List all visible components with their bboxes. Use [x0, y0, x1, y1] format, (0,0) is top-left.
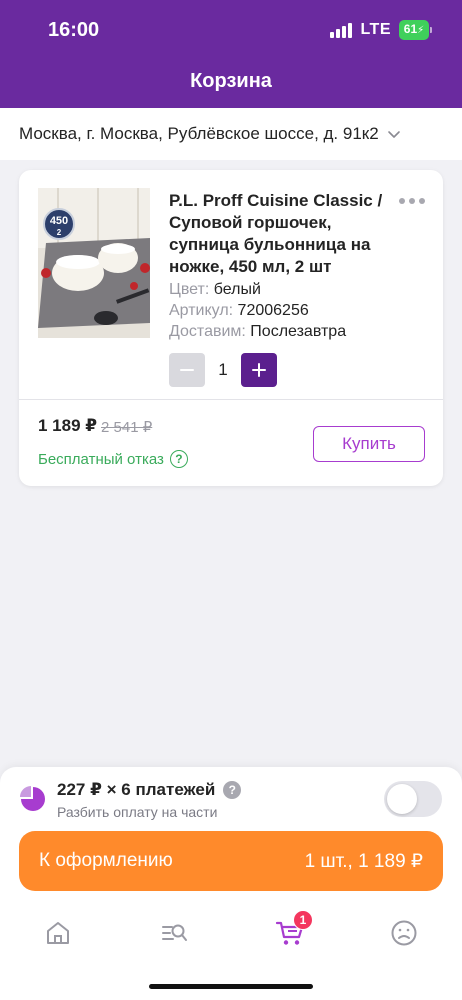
installment-offer: 227 ₽ × 6 платежей ?: [57, 780, 242, 800]
volume-badge-value: 450: [49, 215, 69, 227]
home-icon: [47, 922, 69, 944]
status-indicators: LTE 61⚡: [330, 20, 432, 40]
color-value: белый: [213, 281, 261, 298]
page-title: Корзина: [190, 70, 272, 92]
installment-description: Разбить оплату на части: [57, 804, 218, 820]
delivery-label: Доставим:: [169, 323, 246, 340]
chevron-down-icon: [387, 131, 400, 138]
volume-badge: 450 2: [43, 208, 75, 240]
current-price: 1 189 ₽: [38, 416, 98, 435]
old-price: 2 541 ₽: [101, 419, 153, 436]
signal-icon: [330, 22, 353, 38]
quantity-value: 1: [218, 360, 228, 379]
delivery-address: Москва, г. Москва, Рублёвское шоссе, д. …: [19, 124, 379, 143]
checkout-panel: 227 ₽ × 6 платежей ? Разбить оплату на ч…: [0, 767, 462, 902]
delivery-value: Послезавтра: [250, 323, 347, 340]
minus-icon: [180, 369, 194, 371]
product-title[interactable]: P.L. Proff Cuisine Classic / Суповой гор…: [169, 190, 394, 278]
status-time: 16:00: [48, 19, 100, 41]
network-type: LTE: [360, 21, 391, 38]
installment-toggle[interactable]: [384, 781, 442, 817]
more-options-icon[interactable]: [399, 198, 425, 204]
checkout-button[interactable]: К оформлению 1 шт., 1 189 ₽: [19, 831, 443, 891]
cart-item-card: 450 2 P.L. Proff Cuisine Classic / Супов…: [19, 170, 443, 486]
tab-catalog[interactable]: [157, 916, 191, 950]
product-delivery: Доставим: Послезавтра: [169, 322, 346, 342]
free-refusal-info[interactable]: Бесплатный отказ ?: [38, 450, 188, 468]
installment-pie-icon: [20, 786, 45, 811]
article-value: 72006256: [237, 302, 309, 319]
color-label: Цвет:: [169, 281, 210, 298]
help-icon[interactable]: ?: [223, 781, 242, 799]
increase-quantity-button[interactable]: [241, 353, 277, 387]
battery-level: 61: [403, 22, 418, 36]
tab-profile[interactable]: [387, 916, 421, 950]
tab-cart[interactable]: 1: [273, 910, 313, 950]
product-color: Цвет: белый: [169, 280, 261, 300]
installment-amount: 227 ₽ × 6 платежей: [57, 780, 216, 799]
delivery-address-selector[interactable]: Москва, г. Москва, Рублёвское шоссе, д. …: [0, 108, 462, 160]
cart-count-badge: 1: [293, 910, 313, 930]
toggle-knob: [387, 784, 417, 814]
product-image[interactable]: 450 2: [38, 188, 150, 338]
profile-icon: [391, 920, 417, 946]
article-label: Артикул:: [169, 302, 234, 319]
buy-button[interactable]: Купить: [313, 426, 425, 462]
quantity-stepper: 1: [169, 353, 277, 387]
volume-badge-count: 2: [56, 228, 62, 237]
battery-icon: 61⚡: [399, 20, 432, 40]
app-header: 16:00 LTE 61⚡ Корзина: [0, 0, 462, 108]
decrease-quantity-button[interactable]: [169, 353, 205, 387]
home-indicator: [149, 984, 313, 989]
question-icon: ?: [169, 450, 188, 468]
catalog-search-icon: [162, 924, 187, 941]
product-article: Артикул: 72006256: [169, 301, 309, 321]
free-refusal-label: Бесплатный отказ: [38, 450, 164, 468]
checkout-summary: 1 шт., 1 189 ₽: [304, 850, 423, 872]
card-divider: [19, 399, 443, 400]
plus-icon: [252, 363, 266, 377]
tab-home[interactable]: [41, 916, 75, 950]
checkout-label: К оформлению: [39, 850, 173, 871]
